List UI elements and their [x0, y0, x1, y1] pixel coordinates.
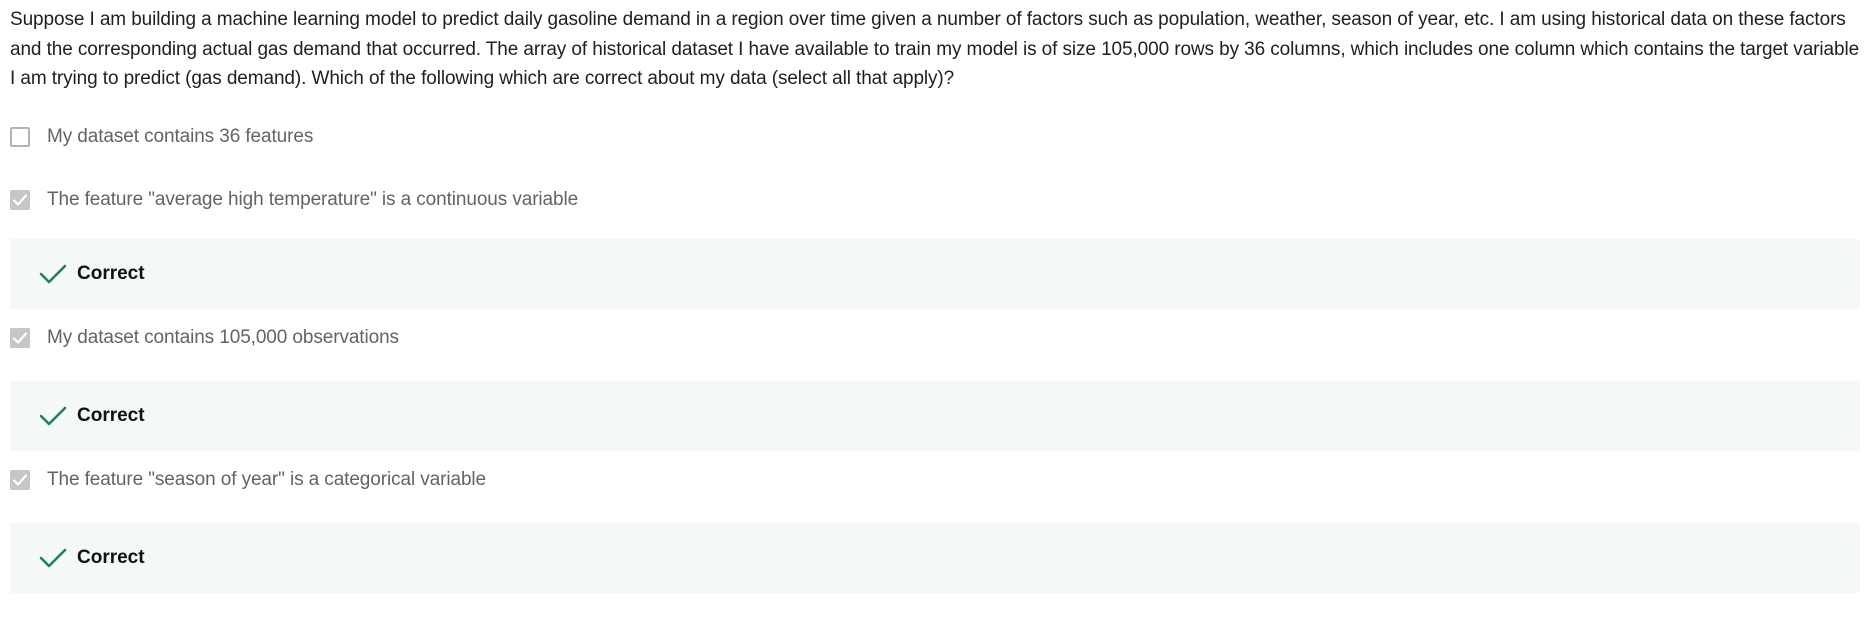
feedback-label: Correct: [77, 262, 145, 284]
question-text: Suppose I am building a machine learning…: [10, 9, 1860, 89]
feedback-correct: Correct: [10, 380, 1860, 451]
feedback-correct: Correct: [10, 238, 1860, 309]
checkmark-icon: [12, 193, 28, 206]
option-row[interactable]: The feature "average high temperature" i…: [10, 185, 1860, 215]
correct-check-icon: [39, 404, 67, 428]
checkbox-unchecked[interactable]: [10, 126, 30, 147]
feedback-correct: Correct: [10, 522, 1860, 593]
option-label: The feature "average high temperature" i…: [47, 188, 579, 210]
correct-check-icon: [39, 262, 67, 286]
option-row[interactable]: The feature "season of year" is a catego…: [10, 465, 1860, 495]
feedback-label: Correct: [77, 404, 145, 426]
option-label: My dataset contains 105,000 observations: [47, 326, 399, 348]
checkbox-checked[interactable]: [10, 189, 30, 210]
option-row[interactable]: My dataset contains 36 features: [10, 122, 1860, 152]
correct-check-icon: [39, 546, 67, 570]
option-row[interactable]: My dataset contains 105,000 observations: [10, 323, 1860, 353]
quiz-question-block: Suppose I am building a machine learning…: [10, 0, 1860, 593]
checkmark-icon: [12, 473, 28, 486]
option-label: The feature "season of year" is a catego…: [47, 468, 486, 490]
checkbox-checked[interactable]: [10, 327, 30, 348]
checkmark-icon: [12, 331, 28, 344]
feedback-label: Correct: [77, 546, 145, 568]
option-label: My dataset contains 36 features: [47, 125, 314, 147]
checkbox-checked[interactable]: [10, 469, 30, 490]
